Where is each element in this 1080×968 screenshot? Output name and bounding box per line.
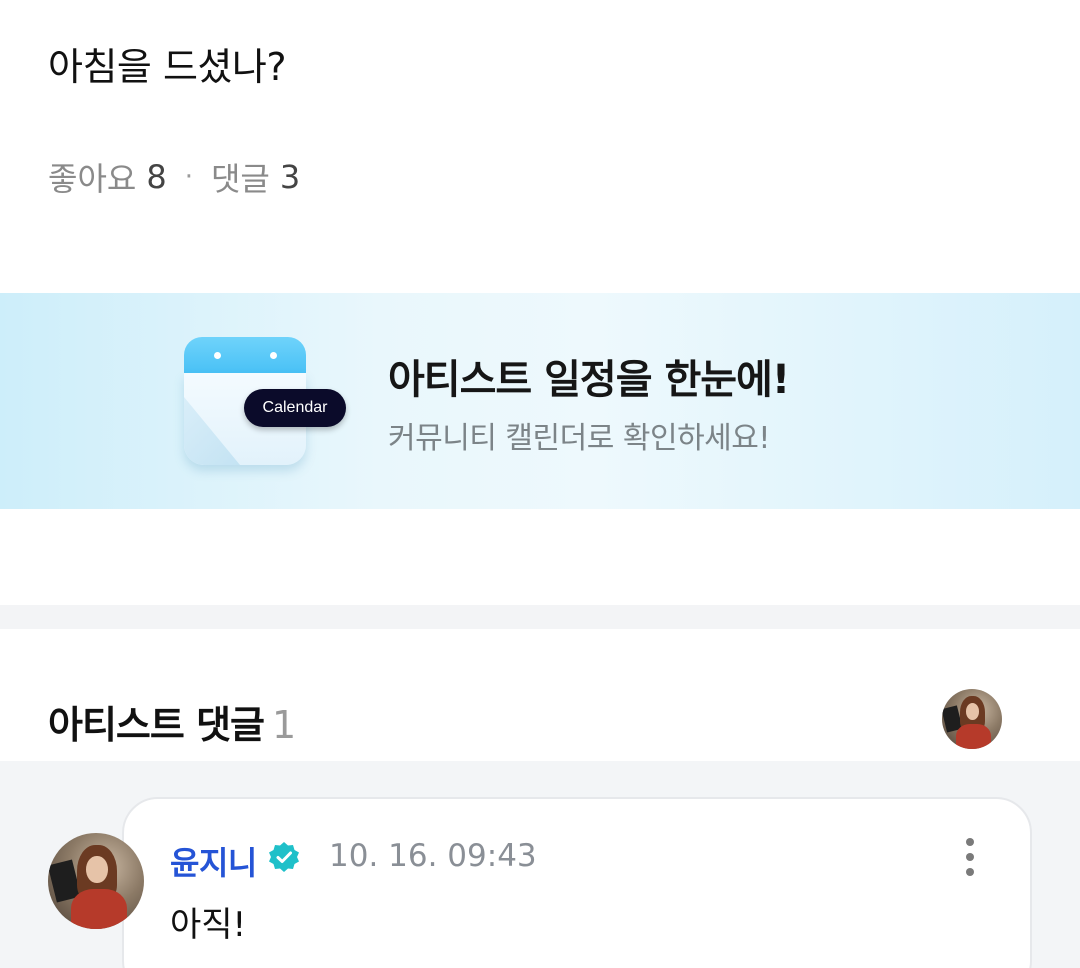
comment-timestamp: 10. 16. 09:43 (329, 838, 537, 874)
comment-author-name[interactable]: 윤지니 (170, 838, 257, 884)
comments-count: 3 (279, 158, 301, 196)
artist-comments-title: 아티스트 댓글 1 (48, 694, 296, 749)
banner-subtitle: 커뮤니티 캘린더로 확인하세요! (388, 421, 770, 456)
stats-separator: · (184, 162, 193, 192)
banner-title: 아티스트 일정을 한눈에! (388, 357, 790, 403)
post-stats: 좋아요 8 · 댓글 3 (48, 154, 300, 200)
likes-label[interactable]: 좋아요 (48, 154, 136, 200)
comment-card[interactable] (122, 797, 1032, 968)
likes-count: 8 (146, 158, 167, 196)
calendar-banner[interactable]: Calendar 아티스트 일정을 한눈에! 커뮤니티 캘린더로 확인하세요! (0, 293, 1080, 509)
section-divider (0, 605, 1080, 629)
more-vertical-icon[interactable] (958, 836, 982, 878)
artist-avatar[interactable] (942, 689, 1002, 749)
artist-comments-count: 1 (272, 703, 296, 747)
comment-text: 아직! (170, 905, 247, 945)
calendar-pill: Calendar (244, 389, 346, 427)
artist-comments-label: 아티스트 댓글 (48, 703, 265, 747)
comments-label[interactable]: 댓글 (211, 154, 270, 200)
verified-badge-icon (269, 842, 299, 872)
post-title: 아침을 드셨나? (48, 45, 287, 89)
comment-author-avatar[interactable] (48, 833, 144, 929)
